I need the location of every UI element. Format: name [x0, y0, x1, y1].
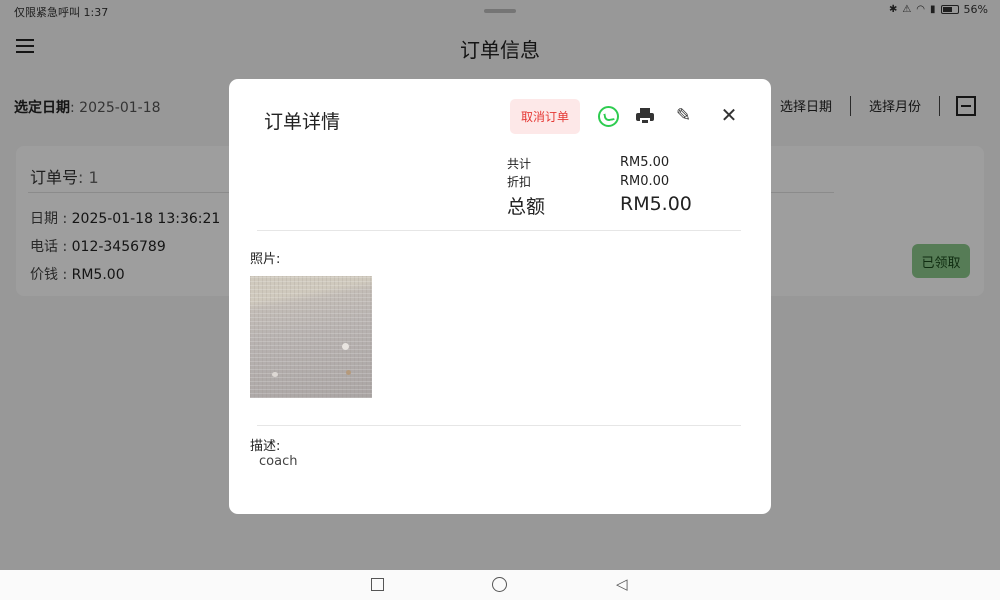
- cancel-order-button[interactable]: 取消订单: [510, 99, 580, 134]
- subtotal-value: RM5.00: [620, 155, 670, 170]
- subtotal-label: 共计: [507, 157, 532, 171]
- discount-label: 折扣: [507, 175, 532, 189]
- back-button[interactable]: ◁: [616, 576, 628, 592]
- order-photo[interactable]: [250, 276, 372, 398]
- close-icon[interactable]: ✕: [719, 105, 739, 125]
- system-nav-bar: ◁: [0, 570, 1000, 600]
- order-detail-dialog: 订单详情 取消订单 ✎ ✕ 共计 RM5.00 折扣 RM0.00 总额 RM5…: [229, 79, 771, 514]
- dialog-title: 订单详情: [264, 111, 341, 133]
- print-icon[interactable]: [636, 108, 654, 125]
- discount-value: RM0.00: [620, 174, 670, 189]
- photo-label: 照片:: [250, 252, 281, 267]
- home-button[interactable]: [492, 577, 507, 592]
- edit-icon[interactable]: ✎: [676, 106, 696, 126]
- divider: [257, 230, 741, 231]
- description-value: coach: [259, 454, 298, 469]
- total-value: RM5.00: [620, 193, 692, 215]
- description-label: 描述:: [250, 439, 281, 454]
- whatsapp-icon[interactable]: [598, 106, 619, 127]
- divider: [257, 425, 741, 426]
- total-label: 总额: [507, 196, 546, 218]
- recents-button[interactable]: [371, 578, 384, 591]
